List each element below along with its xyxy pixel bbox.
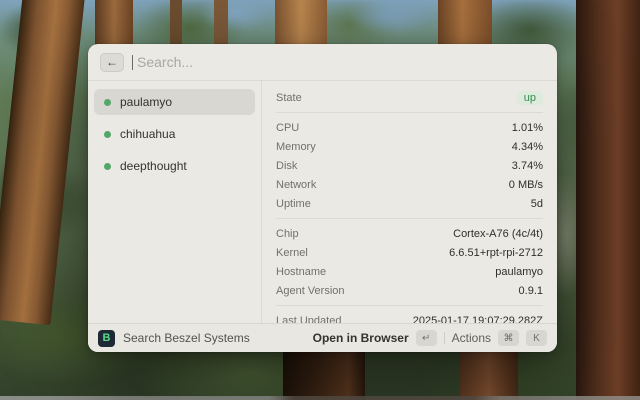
detail-value: 4.34%	[511, 140, 543, 153]
detail-value: 0.9.1	[518, 284, 543, 297]
detail-row: Uptime 5d	[276, 194, 543, 213]
detail-row: Memory 4.34%	[276, 137, 543, 156]
wallpaper-tree-trunk	[576, 0, 640, 400]
actions-button[interactable]: Actions	[452, 331, 491, 345]
wallpaper-tree-trunk	[460, 352, 518, 400]
systems-list: paulamyo chihuahua deepthought	[88, 81, 262, 323]
window-body: paulamyo chihuahua deepthought State up CPU 1…	[88, 81, 557, 323]
detail-row: State up	[276, 88, 543, 107]
detail-label: CPU	[276, 121, 300, 134]
detail-row: Kernel 6.6.51+rpt-rpi-2712	[276, 243, 543, 262]
section-divider	[276, 305, 543, 306]
text-caret	[132, 54, 133, 70]
detail-value: 1.01%	[511, 121, 543, 134]
section-divider	[276, 218, 543, 219]
detail-row: Agent Version 0.9.1	[276, 281, 543, 300]
open-in-browser-button[interactable]: Open in Browser	[313, 331, 409, 345]
list-item-deepthought[interactable]: deepthought	[94, 153, 255, 179]
detail-value: 5d	[530, 197, 543, 210]
search-bar: ←	[88, 44, 557, 81]
detail-label: Network	[276, 178, 317, 191]
detail-value: Cortex-A76 (4c/4t)	[453, 227, 543, 240]
search-input[interactable]	[137, 54, 545, 70]
detail-label: Chip	[276, 227, 299, 240]
system-name: paulamyo	[120, 95, 173, 109]
list-item-paulamyo[interactable]: paulamyo	[94, 89, 255, 115]
detail-value: 2025-01-17 19:07:29.282Z	[412, 314, 543, 324]
detail-label: Uptime	[276, 197, 311, 210]
beszel-logo-icon: B	[98, 329, 115, 347]
status-dot-icon	[104, 162, 111, 170]
section-divider	[276, 112, 543, 113]
system-name: chihuahua	[120, 127, 176, 141]
system-details: State up CPU 1.01% Memory 4.34% Disk 3.74% Netwo…	[262, 81, 557, 323]
list-item-chihuahua[interactable]: chihuahua	[94, 121, 255, 147]
detail-label: Kernel	[276, 246, 308, 259]
back-button[interactable]: ←	[100, 52, 124, 72]
detail-label: Hostname	[276, 265, 327, 278]
launcher-window: ← paulamyo chihuahua deepthought State up CP…	[88, 44, 557, 352]
detail-value: 0 MB/s	[508, 178, 543, 191]
detail-row: CPU 1.01%	[276, 118, 543, 137]
detail-value: paulamyo	[495, 265, 543, 278]
k-key-icon: K	[526, 330, 547, 346]
detail-label: State	[276, 91, 302, 104]
detail-row: Chip Cortex-A76 (4c/4t)	[276, 224, 543, 243]
footer-bar: B Search Beszel Systems Open in Browser …	[88, 323, 557, 352]
detail-row: Network 0 MB/s	[276, 175, 543, 194]
wallpaper-tree-trunk	[283, 348, 365, 400]
detail-label: Agent Version	[276, 284, 345, 297]
detail-row: Hostname paulamyo	[276, 262, 543, 281]
enter-key-icon: ↵	[415, 330, 437, 346]
detail-row: Disk 3.74%	[276, 156, 543, 175]
detail-value: 3.74%	[511, 159, 543, 172]
wallpaper-floor-strip	[0, 396, 640, 400]
system-name: deepthought	[120, 159, 187, 173]
detail-label: Disk	[276, 159, 298, 172]
status-dot-icon	[104, 98, 111, 106]
footer-actions: Open in Browser ↵ Actions ⌘ K	[313, 330, 547, 346]
detail-label: Memory	[276, 140, 316, 153]
command-key-icon: ⌘	[498, 330, 519, 346]
status-badge: up	[516, 90, 543, 105]
footer-separator	[443, 332, 445, 344]
command-title: Search Beszel Systems	[123, 331, 250, 345]
detail-row: Last Updated 2025-01-17 19:07:29.282Z	[276, 311, 543, 324]
detail-label: Last Updated	[276, 314, 342, 324]
status-dot-icon	[104, 130, 111, 138]
detail-value: 6.6.51+rpt-rpi-2712	[449, 246, 543, 259]
